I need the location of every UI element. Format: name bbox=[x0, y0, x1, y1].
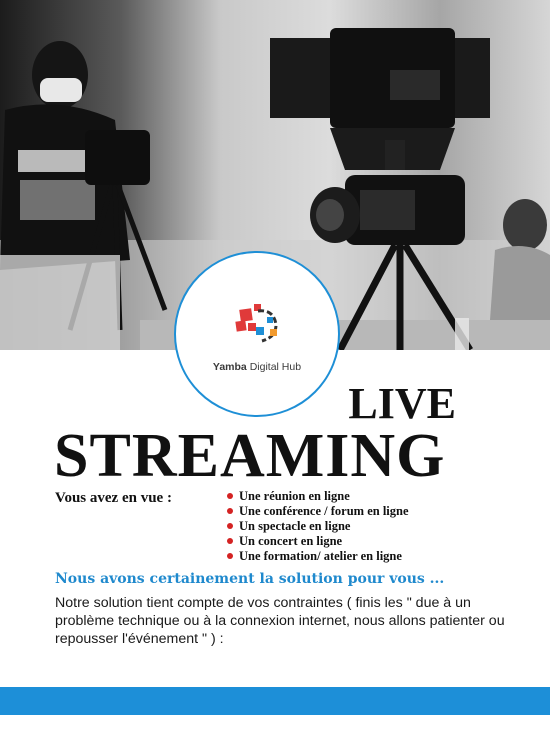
event-label: Une formation/ atelier en ligne bbox=[239, 549, 402, 563]
solution-description: Notre solution tient compte de vos contr… bbox=[55, 595, 505, 647]
event-item: Une conférence / forum en ligne bbox=[227, 504, 409, 519]
headline-streaming: STREAMING bbox=[54, 422, 446, 490]
solution-tagline: Nous avons certainement la solution pour… bbox=[55, 571, 445, 587]
event-list: Une réunion en ligne Une conférence / fo… bbox=[227, 489, 409, 564]
brand-name: Yamba Digital Hub bbox=[176, 361, 338, 373]
event-label: Un spectacle en ligne bbox=[239, 519, 351, 533]
event-item: Un spectacle en ligne bbox=[227, 519, 409, 534]
bullet-icon bbox=[227, 553, 233, 559]
footer-bar bbox=[0, 687, 550, 715]
event-label: Une conférence / forum en ligne bbox=[239, 504, 409, 518]
brand-name-rest: Digital Hub bbox=[246, 361, 302, 373]
event-item: Un concert en ligne bbox=[227, 534, 409, 549]
event-label: Une réunion en ligne bbox=[239, 489, 350, 503]
intro-label: Vous avez en vue : bbox=[55, 490, 172, 506]
event-label: Un concert en ligne bbox=[239, 534, 343, 548]
event-item: Une réunion en ligne bbox=[227, 489, 409, 504]
bullet-icon bbox=[227, 493, 233, 499]
headline-live: LIVE bbox=[348, 379, 456, 428]
bullet-icon bbox=[227, 508, 233, 514]
logo-badge: Yamba Digital Hub bbox=[174, 251, 340, 417]
bullet-icon bbox=[227, 538, 233, 544]
brand-name-bold: Yamba bbox=[212, 361, 247, 373]
bullet-icon bbox=[227, 523, 233, 529]
event-item: Une formation/ atelier en ligne bbox=[227, 549, 409, 564]
yamba-logo-icon bbox=[235, 304, 278, 343]
